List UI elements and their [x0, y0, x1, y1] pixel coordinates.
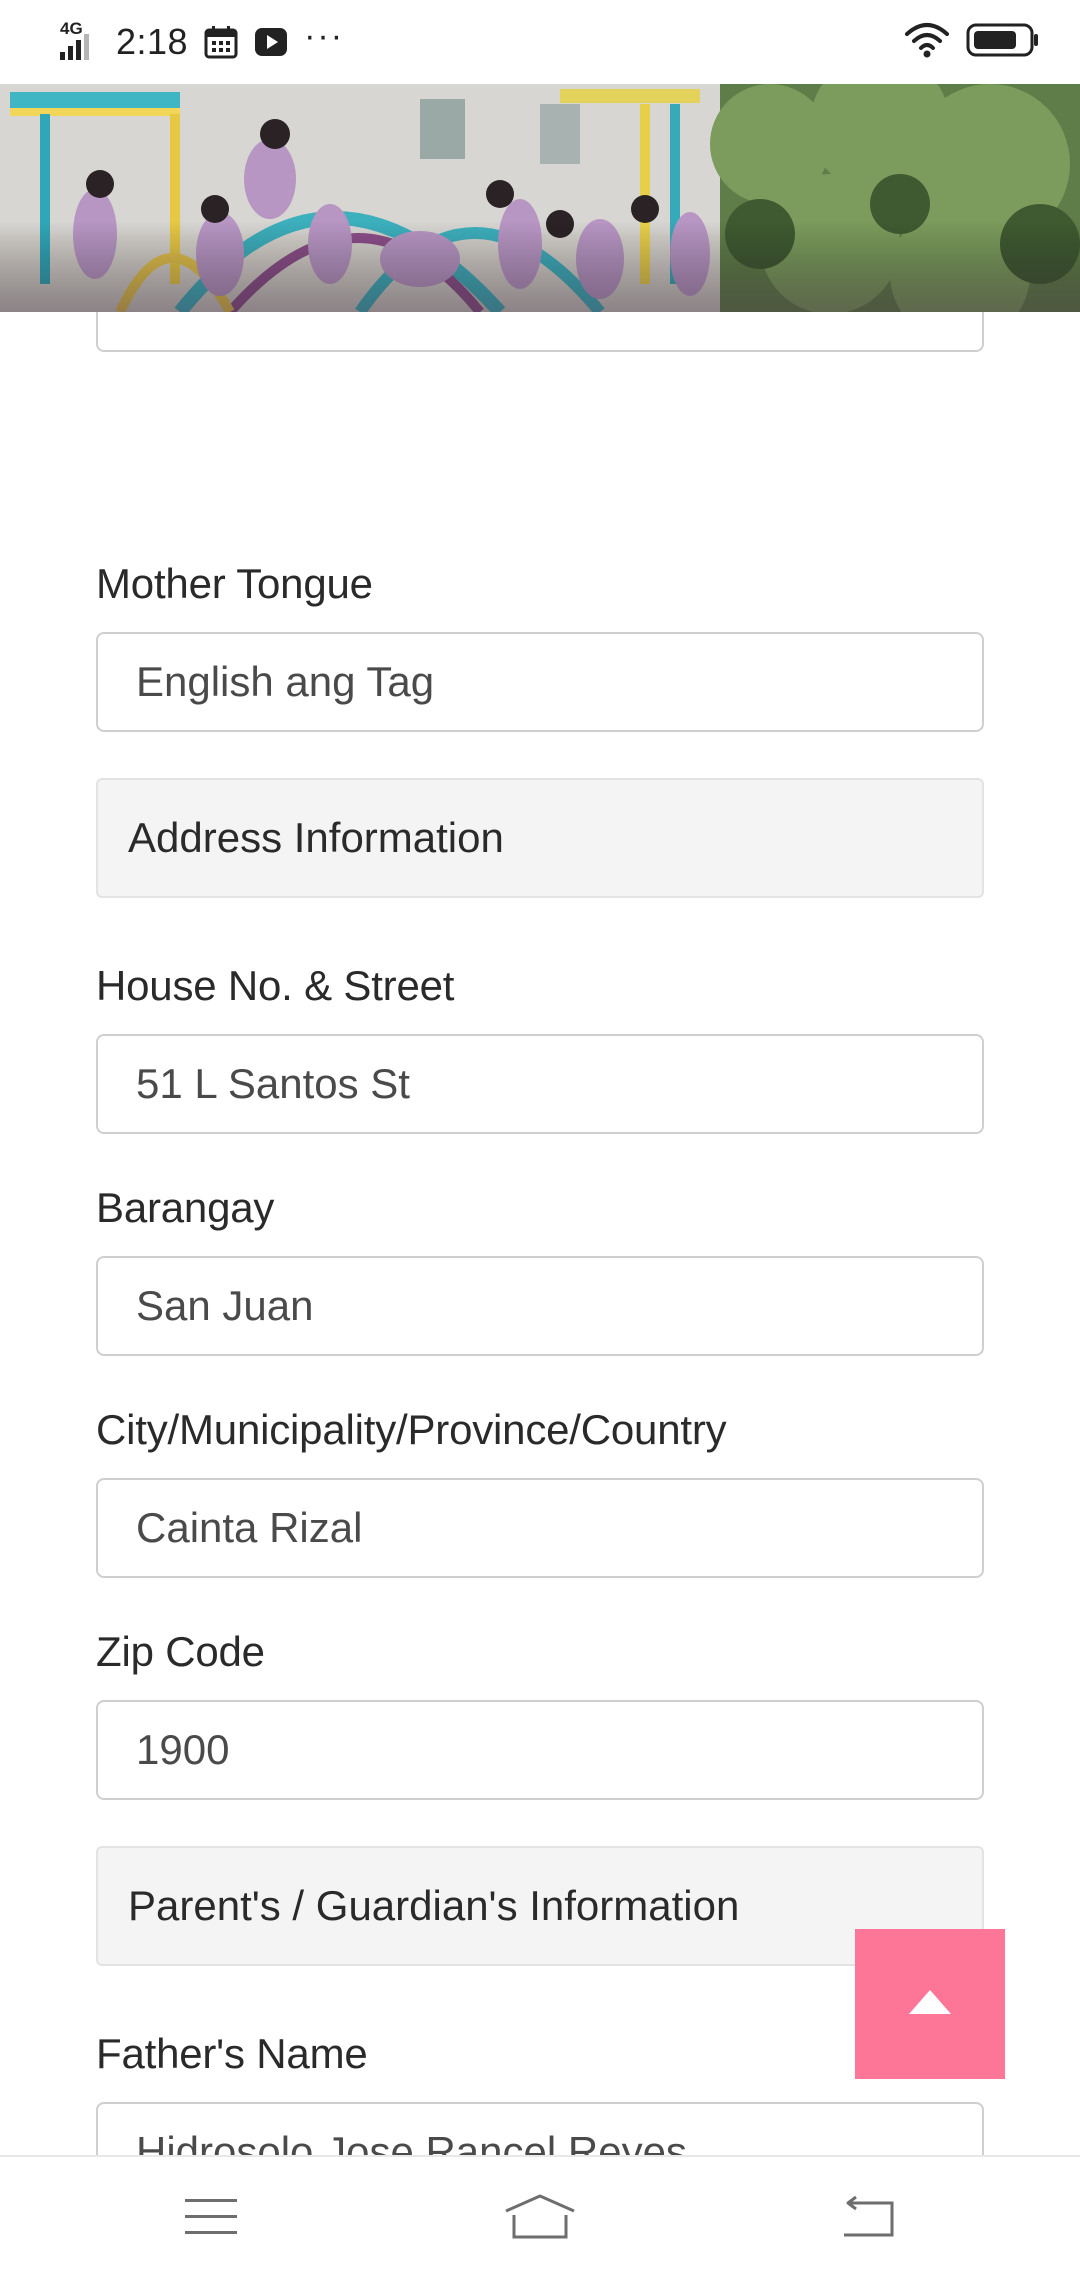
scroll-to-top-button[interactable] — [855, 1929, 1005, 2079]
address-section-header: Address Information — [96, 778, 984, 898]
hero-image — [0, 84, 1080, 312]
calendar-icon — [204, 25, 238, 59]
zip-code-label: Zip Code — [96, 1628, 265, 1675]
arrow-up-icon — [909, 1989, 951, 2019]
wifi-icon — [904, 22, 950, 63]
back-icon — [840, 2195, 896, 2244]
parent-section-header: Parent's / Guardian's Information — [96, 1846, 984, 1966]
play-icon — [254, 27, 288, 57]
enrollment-form: Mother Tongue English ang Tag Address In… — [0, 312, 1080, 2155]
city-label: City/Municipality/Province/Country — [96, 1406, 727, 1453]
house-street-input[interactable]: 51 L Santos St — [96, 1034, 984, 1134]
menu-icon — [185, 2197, 237, 2242]
mother-tongue-input[interactable]: English ang Tag — [96, 632, 984, 732]
status-bar: 4G 2:18 ··· — [0, 0, 1080, 84]
signal-icon: 4G — [58, 20, 104, 64]
home-button[interactable] — [440, 2157, 640, 2282]
zip-code-input[interactable]: 1900 — [96, 1700, 984, 1800]
status-time: 2:18 — [116, 21, 189, 62]
battery-icon — [966, 23, 1040, 62]
father-name-label: Father's Name — [96, 2030, 368, 2077]
back-button[interactable] — [768, 2157, 968, 2282]
father-name-input[interactable]: Hidrosolo Jose Rancel Reyes — [96, 2102, 984, 2155]
home-icon — [504, 2193, 576, 2246]
mother-tongue-label: Mother Tongue — [96, 560, 373, 607]
system-nav-bar — [0, 2155, 1080, 2282]
house-street-label: House No. & Street — [96, 962, 455, 1009]
previous-field-input[interactable] — [96, 312, 984, 352]
barangay-label: Barangay — [96, 1184, 275, 1231]
menu-button[interactable] — [111, 2157, 311, 2282]
barangay-input[interactable]: San Juan — [96, 1256, 984, 1356]
city-input[interactable]: Cainta Rizal — [96, 1478, 984, 1578]
more-notifications-icon: ··· — [304, 17, 345, 55]
